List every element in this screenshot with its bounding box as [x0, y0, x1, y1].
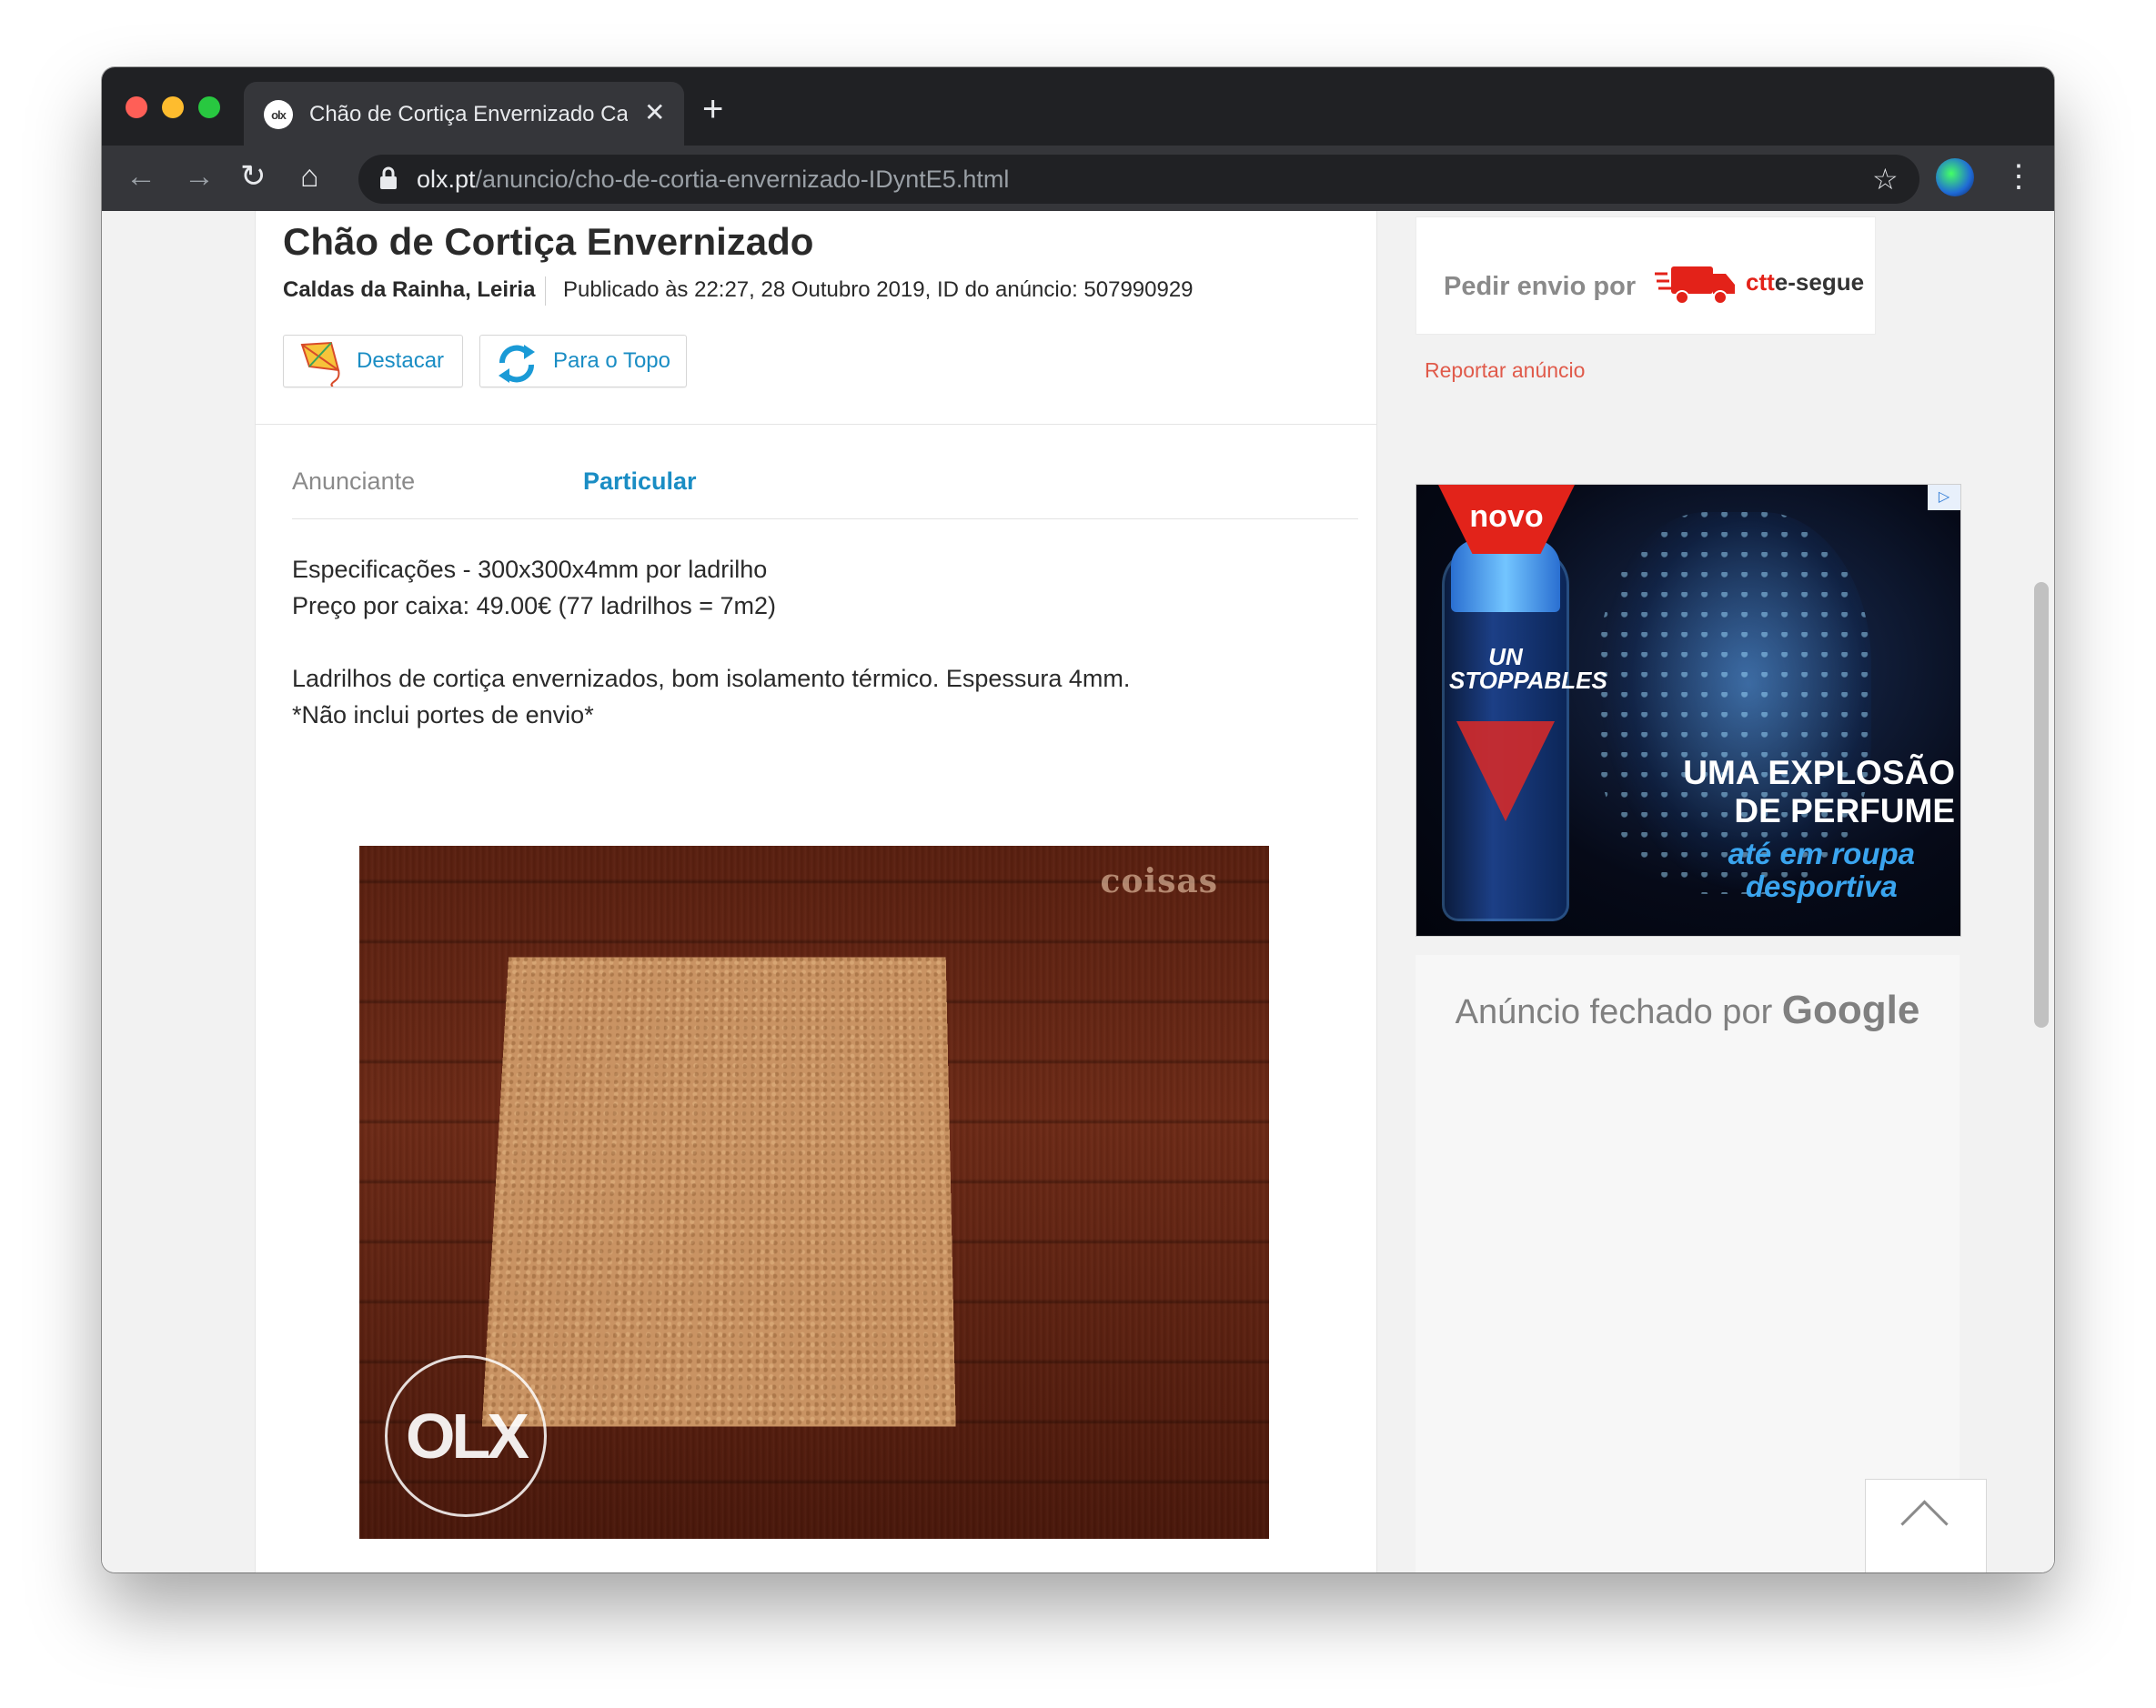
bump-to-top-button[interactable]: Para o Topo — [479, 335, 687, 387]
close-window-button[interactable] — [126, 96, 147, 118]
param-value-advertiser[interactable]: Particular — [583, 467, 697, 496]
google-logo: Google — [1781, 988, 1920, 1032]
minimize-window-button[interactable] — [162, 96, 184, 118]
ctt-brand-rest: e-segue — [1774, 268, 1865, 296]
home-icon[interactable]: ⌂ — [300, 158, 319, 195]
description-line: Preço por caixa: 49.00€ (77 ladrilhos = … — [292, 592, 777, 619]
new-tab-button[interactable]: + — [702, 91, 723, 127]
page-viewport: Chão de Cortiça Envernizado Caldas da Ra… — [102, 211, 2054, 1572]
card-divider — [256, 424, 1376, 425]
refresh-arrows-icon — [499, 345, 535, 383]
advertisement-banner[interactable]: ▷ UN STOPPABLES novo UMA EXPLOSÃO DE PER… — [1416, 484, 1961, 937]
ctt-brand-logo: ctte-segue — [1746, 268, 1864, 296]
listing-card: Chão de Cortiça Envernizado Caldas da Ra… — [255, 211, 1377, 1572]
reload-icon[interactable]: ↻ — [240, 158, 267, 195]
bump-to-top-label: Para o Topo — [553, 348, 670, 373]
tab-close-icon[interactable]: ✕ — [644, 98, 665, 127]
description-line: Especificações - 300x300x4mm por ladrilh… — [292, 556, 768, 583]
lock-icon — [380, 166, 397, 189]
olx-watermark-logo: OLX — [385, 1355, 547, 1517]
banner-subline-line: desportiva — [1745, 869, 1898, 903]
maximize-window-button[interactable] — [198, 96, 220, 118]
listing-location: Caldas da Rainha, Leiria — [283, 277, 536, 302]
browser-window: olx Chão de Cortiça Envernizado Caldas d… — [102, 67, 2054, 1572]
back-arrow-icon[interactable]: ← — [126, 158, 156, 195]
chevron-up-icon — [1900, 1500, 1949, 1548]
url-host: olx.pt — [417, 166, 476, 193]
param-label-advertiser: Anunciante — [292, 467, 416, 495]
novo-badge: novo — [1438, 485, 1575, 554]
photo-watermark: coisas — [1100, 862, 1218, 900]
meta-divider — [545, 276, 546, 306]
listing-title: Chão de Cortiça Envernizado — [283, 220, 814, 263]
description-line: Ladrilhos de cortiça envernizados, bom i… — [292, 665, 1131, 692]
closed-ad-prefix: Anúncio fechado por — [1455, 993, 1773, 1031]
browser-tab-active[interactable]: olx Chão de Cortiça Envernizado Caldas d… — [244, 82, 684, 146]
shipping-label: Pedir envio por — [1444, 272, 1637, 301]
adchoices-icon[interactable]: ▷ — [1928, 485, 1960, 510]
delivery-van-icon — [1655, 266, 1735, 305]
description-line: *Não inclui portes de envio* — [292, 701, 594, 728]
url-text[interactable]: olx.pt/anuncio/cho-de-cortia-envernizado… — [417, 166, 1009, 193]
banner-subline-line: até em roupa — [1728, 837, 1915, 870]
browser-menu-icon[interactable]: ⋮ — [2003, 156, 2034, 196]
bottle-label: UN STOPPABLES — [1449, 643, 1607, 694]
banner-headline: UMA EXPLOSÃO DE PERFUME — [1683, 754, 1955, 830]
ctt-shipping-box[interactable]: Pedir envio por ctte-segue — [1416, 216, 1876, 335]
listing-description: Especificações - 300x300x4mm por ladrilh… — [292, 551, 1329, 733]
url-path: /anuncio/cho-de-cortia-envernizado-IDynt… — [475, 166, 1010, 193]
highlight-button-label: Destacar — [357, 348, 445, 373]
param-divider — [292, 518, 1358, 519]
browser-toolbar: ← → ↻ ⌂ olx.pt/anuncio/cho-de-cortia-env… — [102, 146, 2054, 211]
banner-headline-line: DE PERFUME — [1734, 792, 1955, 829]
description-gap — [292, 624, 1329, 660]
listing-published-info: Publicado às 22:27, 28 Outubro 2019, ID … — [563, 277, 1194, 302]
listing-photo[interactable]: coisas OLX — [359, 846, 1269, 1539]
olx-favicon-icon: olx — [264, 100, 293, 129]
back-to-top-button[interactable] — [1865, 1479, 1987, 1572]
title-bar: olx Chão de Cortiça Envernizado Caldas d… — [102, 67, 2054, 146]
banner-subline: até em roupa desportiva — [1728, 838, 1915, 903]
report-ad-link[interactable]: Reportar anúncio — [1425, 358, 1585, 383]
profile-avatar-icon[interactable] — [1936, 158, 1974, 196]
bookmark-star-icon[interactable]: ☆ — [1872, 162, 1899, 196]
highlight-button[interactable]: Destacar — [283, 335, 463, 387]
address-bar[interactable]: olx.pt/anuncio/cho-de-cortia-envernizado… — [358, 155, 1919, 204]
banner-headline-line: UMA EXPLOSÃO — [1683, 754, 1955, 791]
forward-arrow-icon[interactable]: → — [184, 158, 215, 195]
tab-title: Chão de Cortiça Envernizado Caldas da Ra… — [309, 102, 628, 126]
bottle-v-emblem — [1456, 721, 1555, 821]
scrollbar-thumb[interactable] — [2034, 582, 2049, 1028]
closed-ad-message: Anúncio fechado por Google — [1416, 988, 1960, 1033]
ctt-brand-ctt: ctt — [1746, 268, 1775, 296]
cork-tile-image — [481, 957, 956, 1427]
kite-icon — [300, 341, 340, 387]
